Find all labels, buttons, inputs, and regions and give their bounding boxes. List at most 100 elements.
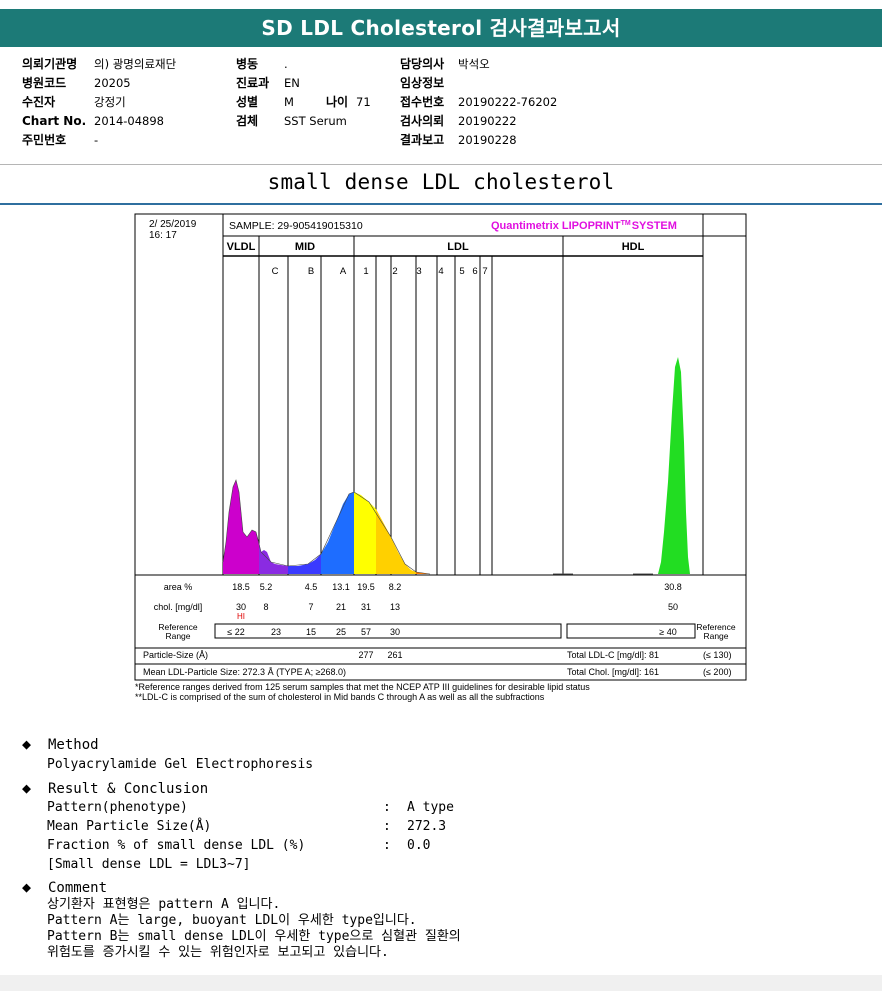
result-key: Pattern(phenotype) [47, 800, 188, 815]
group-label-hdl: HDL [622, 241, 645, 253]
result-colon: : [383, 819, 391, 834]
group-label-mid: MID [295, 241, 315, 253]
particle-value: 277 [358, 650, 373, 660]
total-chol-ref: (≤ 200) [703, 667, 731, 677]
info-value: 20205 [94, 76, 131, 90]
info-value: EN [284, 76, 300, 90]
ref-label-right: Range [703, 631, 728, 641]
area-value: 18.5 [232, 582, 250, 592]
divider [0, 203, 882, 205]
total-ldl-label: Total LDL-C [mg/dl]: 81 [567, 650, 659, 660]
info-label: 병원코드 [22, 76, 67, 90]
sample-id: SAMPLE: 29-905419015310 [229, 220, 363, 232]
result-section: ◆ Result & Conclusion [22, 777, 208, 799]
info-value: 20190222 [458, 114, 517, 128]
area-value: 30.8 [664, 582, 682, 592]
info-label: 의뢰기관명 [22, 57, 78, 71]
band-label-c: C [272, 266, 279, 277]
band-label-4: 4 [438, 266, 443, 277]
chol-value: 50 [668, 602, 678, 612]
comment-line: 위험도를 증가시킬 수 있는 위험인자로 보고되고 있습니다. [47, 945, 389, 960]
divider [0, 164, 882, 165]
area-value: 8.2 [389, 582, 402, 592]
info-value: 강정기 [94, 95, 126, 109]
ref-value: 15 [306, 627, 316, 637]
age-value: 71 [356, 95, 371, 109]
ref-value: 25 [336, 627, 346, 637]
comment-line: Pattern A는 large, buoyant LDL이 우세한 type입… [47, 913, 417, 928]
particle-label: Particle-Size (Å) [143, 650, 208, 660]
info-label: 접수번호 [400, 95, 445, 109]
group-label-vldl: VLDL [227, 241, 256, 253]
info-label: 주민번호 [22, 133, 67, 147]
ref-value: 23 [271, 627, 281, 637]
diamond-bullet-icon: ◆ [22, 878, 32, 896]
hi-flag: HI [237, 612, 245, 621]
report-page: SD LDL Cholesterol 검사결과보고서 의뢰기관명 의) 광명의료재… [0, 0, 882, 975]
lipoprint-chart: 2/ 25/2019 16: 17 SAMPLE: 29-90541901531… [133, 212, 748, 682]
chol-value: 21 [336, 602, 346, 612]
band-label-1: 1 [363, 266, 368, 277]
comment-body: 상기환자 표현형은 pattern A 입니다. Pattern A는 larg… [22, 897, 461, 961]
brand-text: Quantimetrix LIPOPRINT [491, 220, 621, 232]
info-value: - [94, 133, 99, 147]
comment-line: 상기환자 표현형은 pattern A 입니다. [47, 897, 281, 912]
band-label-b: B [308, 266, 314, 277]
chol-value: 8 [263, 602, 268, 612]
result-note: [Small dense LDL = LDL3~7] [47, 857, 251, 872]
info-label: Chart No. [22, 114, 87, 128]
ref-value: ≤ 22 [227, 627, 244, 637]
brand-suffix: SYSTEM [632, 220, 677, 232]
footnote-2: **LDL-C is comprised of the sum of chole… [135, 692, 545, 702]
info-value: 박석오 [458, 57, 490, 71]
chart-time: 16: 17 [149, 230, 177, 241]
area-value: 4.5 [305, 582, 318, 592]
chart-heading: small dense LDL cholesterol [267, 170, 615, 194]
info-label: 진료과 [236, 76, 270, 90]
band-label-7: 7 [482, 266, 487, 277]
total-ldl-ref: (≤ 130) [703, 650, 731, 660]
chol-value: 7 [308, 602, 313, 612]
comment-title: Comment [48, 880, 108, 896]
info-label: 결과보고 [400, 133, 445, 147]
footnote-1: *Reference ranges derived from 125 serum… [135, 682, 590, 692]
area-value: 5.2 [260, 582, 273, 592]
info-label: 검사의뢰 [400, 114, 445, 128]
comment-line: Pattern B는 small dense LDL이 우세한 type으로 심… [47, 929, 461, 944]
patient-info-col3: 담당의사 박석오 임상정보 접수번호 20190222-76202 검사의뢰 2019… [400, 55, 557, 150]
area-value: 19.5 [357, 582, 375, 592]
result-colon: : [383, 838, 391, 853]
chart-frame [134, 213, 747, 681]
brand-name: Quantimetrix LIPOPRINTTMSYSTEM [491, 220, 677, 232]
chart-date: 2/ 25/2019 [149, 219, 197, 230]
info-label: 임상정보 [400, 76, 445, 90]
result-key: Fraction % of small dense LDL (%) [47, 838, 306, 853]
chol-value: 30 [236, 602, 246, 612]
particle-value: 261 [387, 650, 402, 660]
total-chol-label: Total Chol. [mg/dl]: 161 [567, 667, 659, 677]
band-label-5: 5 [459, 266, 464, 277]
diamond-bullet-icon: ◆ [22, 779, 32, 797]
method-section: ◆ Method Polyacrylamide Gel Electrophores… [22, 733, 313, 774]
info-value: . [284, 57, 288, 71]
info-value: SST Serum [284, 114, 347, 128]
info-value: 의) 광명의료재단 [94, 57, 177, 71]
chol-value: 31 [361, 602, 371, 612]
method-title: Method [48, 737, 99, 753]
info-value: M [284, 95, 294, 109]
info-label: 병동 [236, 57, 259, 71]
method-text: Polyacrylamide Gel Electrophoresis [47, 757, 314, 772]
area-value: 13.1 [332, 582, 350, 592]
brand-tm: TM [621, 220, 631, 227]
age-label: 나이 [326, 95, 349, 109]
ref-value: 57 [361, 627, 371, 637]
info-label: 수진자 [22, 95, 56, 109]
band-label-3: 3 [416, 266, 421, 277]
row-label-chol: chol. [mg/dl] [154, 602, 203, 612]
diamond-bullet-icon: ◆ [22, 735, 32, 753]
info-label: 담당의사 [400, 57, 445, 71]
chart-svg: 2/ 25/2019 16: 17 SAMPLE: 29-90541901531… [134, 213, 747, 681]
patient-info-col1: 의뢰기관명 의) 광명의료재단 병원코드 20205 수진자 강정기 Chart No… [22, 55, 176, 150]
chol-value: 13 [390, 602, 400, 612]
result-value: 0.0 [407, 838, 431, 853]
